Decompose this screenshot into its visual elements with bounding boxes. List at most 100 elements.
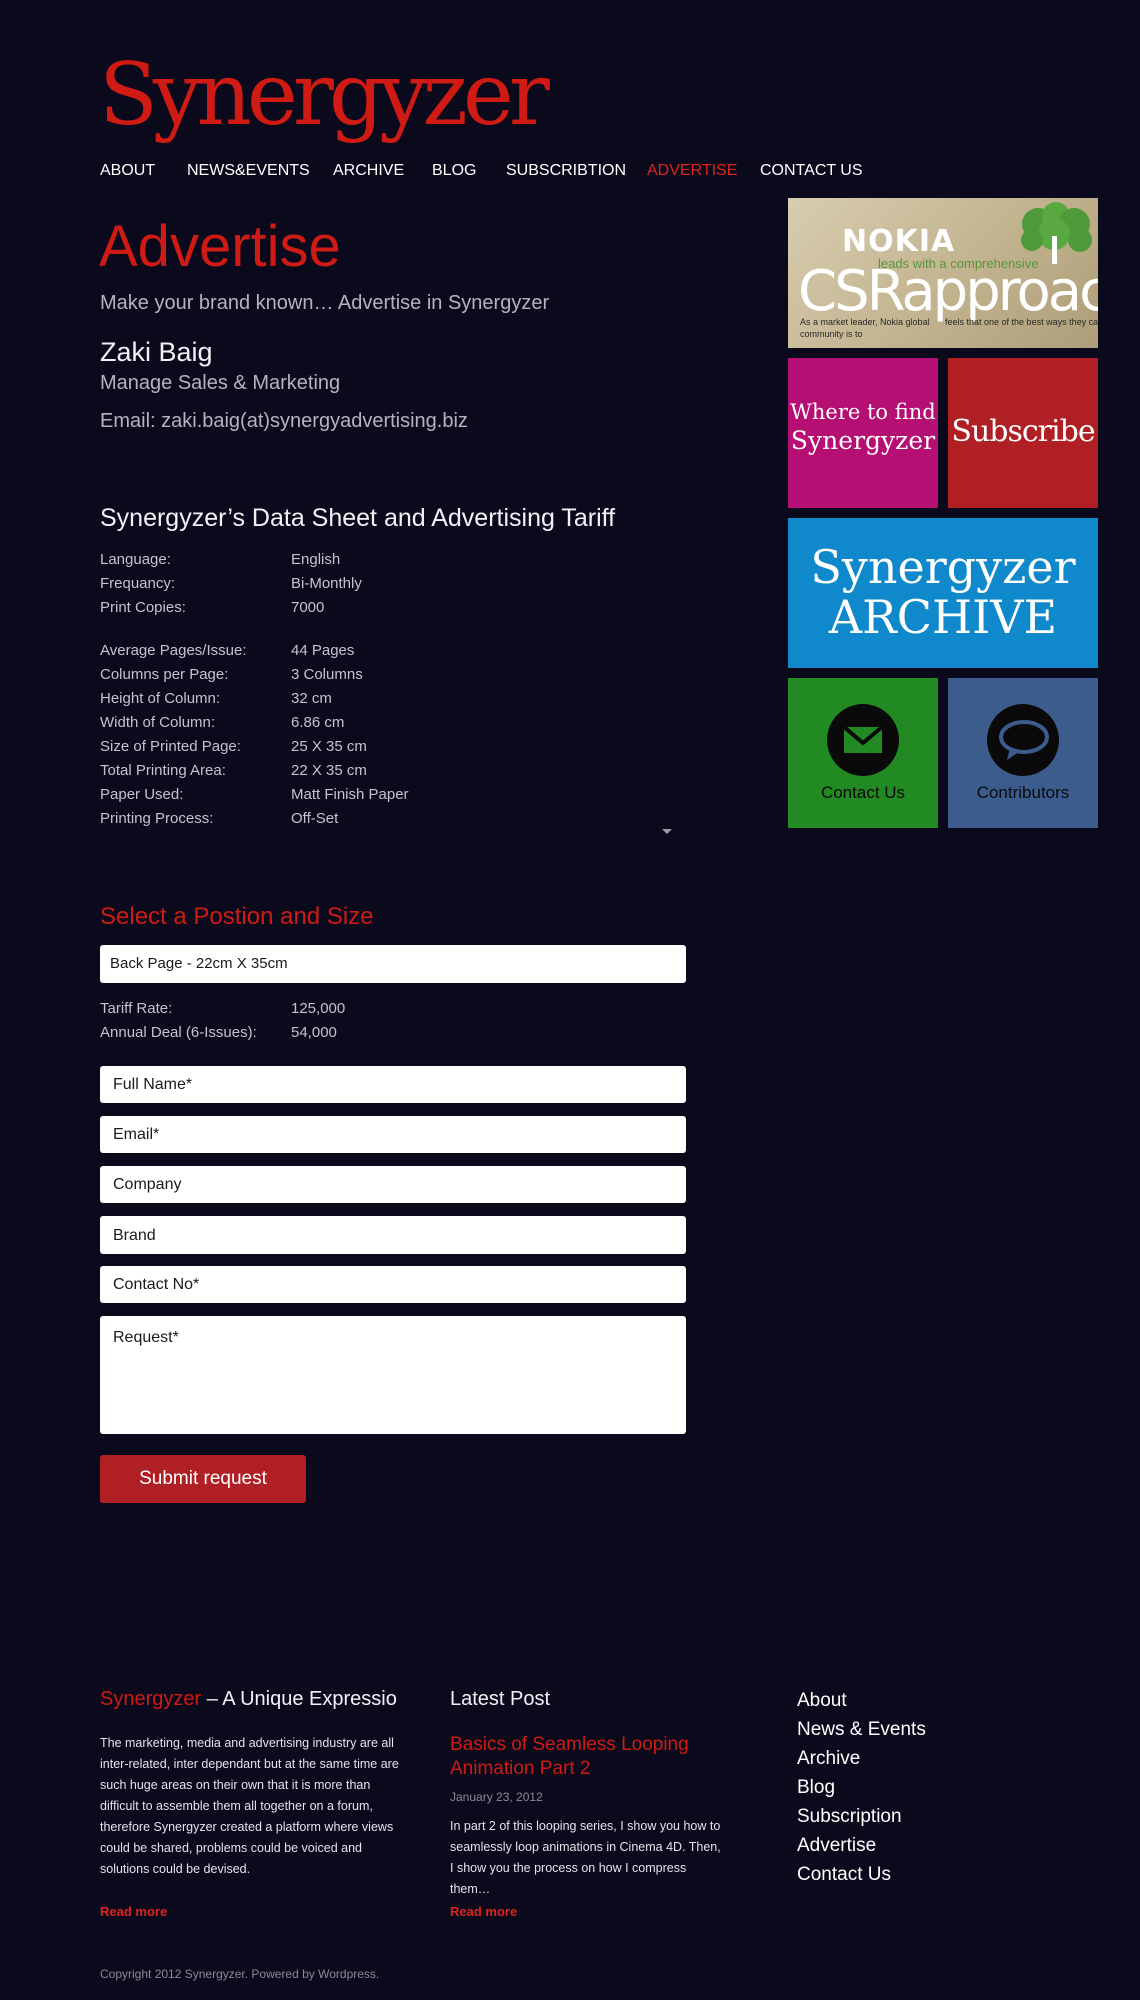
nokia-body-left: As a market leader, Nokia global communi… [800, 317, 930, 339]
lead-text: Make your brand known… Advertise in Syne… [100, 292, 550, 314]
spec-value: 25 X 35 cm [291, 738, 367, 755]
page-title: Advertise [99, 214, 341, 279]
position-select[interactable]: Back Page - 22cm X 35cm [100, 945, 686, 983]
spec-value: English [291, 551, 341, 568]
page: Synergyzer ABOUT NEWS&EVENTS ARCHIVE BLO… [0, 0, 1140, 2000]
data-sheet-title: Synergyzer’s Data Sheet and Advertising … [100, 504, 616, 532]
tariff-label: Annual Deal (6-Issues): [100, 1024, 257, 1041]
spec-row: Frequancy: Bi-Monthly [100, 575, 520, 597]
nav-item-about[interactable]: ABOUT [100, 162, 155, 180]
footer-about-text: The marketing, media and advertising ind… [100, 1736, 399, 1876]
nokia-brand-text: NOKIA [842, 224, 956, 259]
request-textarea[interactable]: Request* [100, 1316, 686, 1434]
contact-number-field[interactable]: Contact No* [100, 1266, 686, 1303]
footer-link-contact-us[interactable]: Contact Us [797, 1860, 926, 1889]
latest-post-heading: Latest Post [450, 1688, 551, 1710]
footer-about-heading: Synergyzer – A Unique Expressio [100, 1688, 400, 1711]
footer-link-about[interactable]: About [797, 1686, 926, 1715]
footer-link-news-events[interactable]: News & Events [797, 1715, 926, 1744]
spec-row: Language: English [100, 551, 520, 573]
footer-brand-name: Synergyzer [100, 1688, 202, 1710]
subscribe-label: Subscribe [951, 414, 1095, 449]
site-logo[interactable]: Synergyzer [99, 52, 550, 138]
tariff-value: 125,000 [291, 1000, 346, 1017]
spec-label: Average Pages/Issue: [100, 642, 247, 659]
archive-line1: Synergyzer [810, 540, 1076, 594]
spec-value: Bi-Monthly [291, 575, 362, 592]
position-section-title: Select a Postion and Size [100, 903, 374, 930]
nokia-body-right: feels that one of the best ways they ca … [945, 317, 1098, 327]
spec-value: 44 Pages [291, 642, 355, 659]
spec-row: Print Copies: 7000 [100, 599, 520, 621]
footer-links: About News & Events Archive Blog Subscri… [797, 1686, 926, 1889]
subscribe-tile[interactable]: Subscribe [948, 358, 1098, 508]
spec-label: Size of Printed Page: [100, 738, 241, 755]
contact-us-tile[interactable]: Contact Us [788, 678, 938, 828]
nav-item-blog[interactable]: BLOG [432, 162, 476, 180]
nav-item-news-events[interactable]: NEWS&EVENTS [187, 162, 310, 180]
read-more-link[interactable]: Read more [450, 1904, 517, 1919]
spec-label: Printing Process: [100, 810, 214, 827]
latest-post-date: January 23, 2012 [450, 1790, 543, 1804]
spec-row: Total Printing Area: 22 X 35 cm [100, 762, 520, 784]
contributors-tile[interactable]: Contributors [948, 678, 1098, 828]
copyright: Copyright 2012 Synergyzer. Powered by Wo… [100, 1967, 380, 1981]
spec-row: Width of Column: 6.86 cm [100, 714, 520, 736]
latest-post-title[interactable]: Basics of Seamless Looping Animation Par… [450, 1733, 720, 1781]
latest-post-excerpt: In part 2 of this looping series, I show… [450, 1819, 721, 1896]
footer-about: Synergyzer – A Unique Expressio The mark… [100, 1688, 400, 1928]
where-to-find-line2: Synergyzer [790, 426, 936, 455]
speech-bubble-icon [987, 704, 1059, 776]
spec-value: Matt Finish Paper [291, 786, 409, 803]
spec-row: Printing Process: Off-Set [100, 810, 520, 832]
contact-email: Email: zaki.baig(at)synergyadvertising.b… [100, 410, 468, 432]
spec-value: 32 cm [291, 690, 332, 707]
contact-role: Manage Sales & Marketing [100, 372, 341, 394]
spec-label: Paper Used: [100, 786, 184, 803]
spec-value: 6.86 cm [291, 714, 345, 731]
spec-value: 7000 [291, 599, 325, 616]
footer-about-heading-rest: – A Unique Expressio [201, 1688, 397, 1710]
where-to-find-line1: Where to find [790, 400, 936, 424]
read-more-link[interactable]: Read more [100, 1904, 167, 1919]
spec-label: Language: [100, 551, 171, 568]
company-field[interactable]: Company [100, 1166, 686, 1203]
tariff-row: Annual Deal (6-Issues): 54,000 [100, 1024, 520, 1046]
spec-label: Height of Column: [100, 690, 221, 707]
spec-label: Print Copies: [100, 599, 186, 616]
footer-link-advertise[interactable]: Advertise [797, 1831, 926, 1860]
full-name-field[interactable]: Full Name* [100, 1066, 686, 1103]
archive-tile[interactable]: Synergyzer ARCHIVE [788, 518, 1098, 668]
nokia-headline: CSRapproach [798, 259, 1098, 324]
nokia-csr-ad[interactable]: NOKIA leads with a comprehensive CSRappr… [788, 198, 1098, 348]
envelope-icon [827, 704, 899, 776]
nav-item-advertise[interactable]: ADVERTISE [647, 162, 737, 180]
tariff-label: Tariff Rate: [100, 1000, 173, 1017]
spec-row: Columns per Page: 3 Columns [100, 666, 520, 688]
footer-link-subscription[interactable]: Subscription [797, 1802, 926, 1831]
spec-label: Width of Column: [100, 714, 216, 731]
submit-request-button[interactable]: Submit request [100, 1455, 306, 1503]
footer-latest-post: Latest Post Basics of Seamless Looping A… [450, 1688, 730, 1928]
tariff-row: Tariff Rate: 125,000 [100, 1000, 520, 1022]
footer-link-archive[interactable]: Archive [797, 1744, 926, 1773]
tariff-value: 54,000 [291, 1024, 337, 1041]
spec-row: Size of Printed Page: 25 X 35 cm [100, 738, 520, 760]
tree-icon [1021, 202, 1092, 264]
spec-row: Paper Used: Matt Finish Paper [100, 786, 520, 808]
spec-label: Columns per Page: [100, 666, 229, 683]
scroll-down-icon[interactable] [662, 829, 672, 834]
contact-name: Zaki Baig [100, 337, 213, 367]
nav-item-subscription[interactable]: SUBSCRIBTION [506, 162, 626, 180]
nav-item-contact-us[interactable]: CONTACT US [760, 162, 863, 180]
archive-line2: ARCHIVE [828, 590, 1058, 644]
spec-value: 3 Columns [291, 666, 363, 683]
email-field[interactable]: Email* [100, 1116, 686, 1153]
brand-field[interactable]: Brand [100, 1216, 686, 1254]
nav-item-archive[interactable]: ARCHIVE [333, 162, 404, 180]
contact-us-label: Contact Us [820, 783, 906, 802]
where-to-find-tile[interactable]: Where to find Synergyzer [788, 358, 938, 508]
spec-value: Off-Set [291, 810, 339, 827]
contributors-label: Contributors [976, 783, 1070, 802]
footer-link-blog[interactable]: Blog [797, 1773, 926, 1802]
